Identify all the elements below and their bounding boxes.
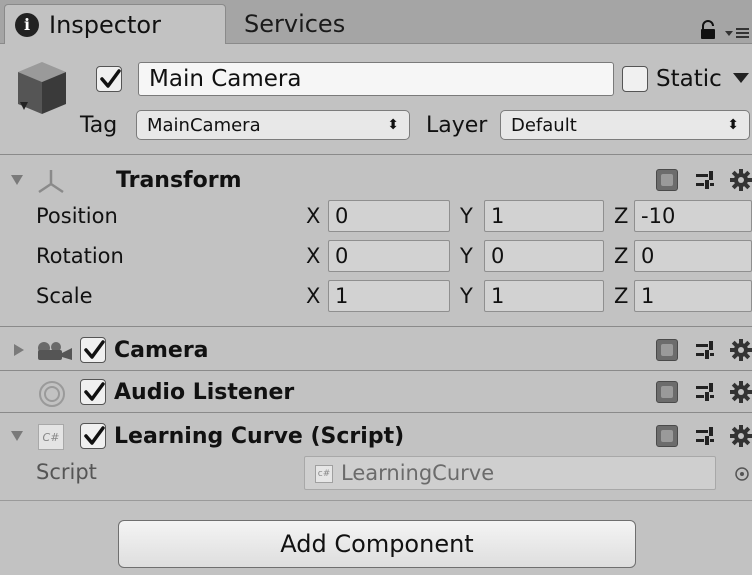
help-icon[interactable] [656, 381, 678, 403]
divider [0, 154, 752, 155]
preset-sliders-icon[interactable] [694, 339, 716, 361]
learning-curve-header[interactable]: C# Learning Curve (Script) [0, 416, 752, 456]
foldout-expanded-icon[interactable] [10, 173, 24, 187]
layer-label: Layer [426, 112, 488, 138]
axis-y-label: Y [460, 244, 473, 268]
static-label: Static [656, 66, 722, 92]
tab-inspector[interactable]: i Inspector [4, 4, 226, 44]
rotation-x-field[interactable]: 0 [328, 240, 450, 272]
position-z-value: -10 [641, 204, 676, 228]
dropdown-arrows-icon: ⬍ [387, 117, 399, 133]
divider [0, 326, 752, 327]
learning-curve-enabled-checkbox[interactable] [80, 423, 106, 449]
camera-enabled-checkbox[interactable] [80, 337, 106, 363]
tab-bar: i Inspector Services [0, 0, 752, 44]
tag-value: MainCamera [147, 114, 261, 136]
script-label: Script [36, 460, 97, 484]
foldout-collapsed-icon[interactable] [12, 343, 26, 357]
audio-listener-title: Audio Listener [114, 379, 295, 405]
script-value: LearningCurve [341, 461, 495, 485]
transform-header[interactable]: Transform [0, 160, 752, 200]
cs-script-icon: C# [38, 424, 64, 450]
add-component-label: Add Component [280, 530, 474, 558]
checkmark-icon [84, 340, 105, 359]
static-checkbox[interactable] [622, 66, 648, 92]
scale-label: Scale [36, 284, 93, 308]
audio-listener-header[interactable]: Audio Listener [0, 372, 752, 412]
help-icon[interactable] [656, 425, 678, 447]
axis-z-label: Z [614, 244, 629, 268]
help-icon[interactable] [656, 169, 678, 191]
preset-sliders-icon[interactable] [694, 381, 716, 403]
rotation-y-field[interactable]: 0 [484, 240, 604, 272]
rotation-label: Rotation [36, 244, 124, 268]
position-x-value: 0 [335, 204, 349, 228]
scale-z-field[interactable]: 1 [634, 280, 752, 312]
rotation-x-value: 0 [335, 244, 349, 268]
transform-axis-icon [38, 170, 64, 194]
axis-y-label: Y [460, 204, 473, 228]
lock-icon[interactable] [698, 20, 718, 40]
audio-listener-enabled-checkbox[interactable] [80, 379, 106, 405]
dropdown-arrows-icon: ⬍ [727, 117, 739, 133]
position-z-field[interactable]: -10 [634, 200, 752, 232]
cs-file-icon: c# [315, 465, 333, 483]
gear-icon[interactable] [730, 425, 752, 447]
tag-label: Tag [80, 112, 118, 138]
foldout-expanded-icon[interactable] [10, 429, 24, 443]
camera-title: Camera [114, 337, 209, 363]
divider [0, 370, 752, 371]
scale-x-field[interactable]: 1 [328, 280, 450, 312]
position-x-field[interactable]: 0 [328, 200, 450, 232]
rotation-y-value: 0 [491, 244, 505, 268]
tab-inspector-label: Inspector [49, 10, 161, 39]
script-object-field: c# LearningCurve [304, 456, 716, 490]
axis-z-label: Z [614, 284, 629, 308]
scale-z-value: 1 [641, 284, 655, 308]
scale-x-value: 1 [335, 284, 349, 308]
position-y-field[interactable]: 1 [484, 200, 604, 232]
object-name-field[interactable]: Main Camera [138, 62, 614, 96]
checkmark-icon [100, 69, 121, 88]
tab-services-label: Services [244, 10, 346, 38]
object-name-value: Main Camera [149, 66, 302, 92]
axis-x-label: X [306, 284, 321, 308]
checkmark-icon [84, 382, 105, 401]
checkmark-icon [84, 426, 105, 445]
rotation-z-field[interactable]: 0 [634, 240, 752, 272]
gear-icon[interactable] [730, 381, 752, 403]
scale-y-field[interactable]: 1 [484, 280, 604, 312]
help-icon[interactable] [656, 339, 678, 361]
axis-x-label: X [306, 244, 321, 268]
object-picker-icon[interactable] [734, 466, 750, 482]
camera-icon [38, 342, 72, 360]
transform-title: Transform [116, 167, 242, 193]
position-y-value: 1 [491, 204, 505, 228]
camera-header[interactable]: Camera [0, 330, 752, 370]
audio-listener-icon [39, 381, 65, 407]
axis-z-label: Z [614, 204, 629, 228]
layer-dropdown[interactable]: Default ⬍ [500, 110, 750, 140]
active-checkbox[interactable] [96, 66, 122, 92]
divider [0, 412, 752, 413]
gear-icon[interactable] [730, 339, 752, 361]
tab-menu-icon[interactable] [724, 26, 750, 40]
add-component-button[interactable]: Add Component [118, 520, 636, 568]
tab-services[interactable]: Services [230, 4, 430, 44]
layer-value: Default [511, 114, 577, 136]
learning-curve-title: Learning Curve (Script) [114, 423, 405, 449]
axis-y-label: Y [460, 284, 473, 308]
divider [0, 500, 752, 501]
rotation-z-value: 0 [641, 244, 655, 268]
position-label: Position [36, 204, 118, 228]
gameobject-cube-icon[interactable] [14, 58, 70, 118]
gear-icon[interactable] [730, 169, 752, 191]
preset-sliders-icon[interactable] [694, 425, 716, 447]
preset-sliders-icon[interactable] [694, 169, 716, 191]
info-icon: i [15, 12, 39, 37]
scale-y-value: 1 [491, 284, 505, 308]
static-dropdown-arrow-icon[interactable] [732, 72, 750, 84]
tag-dropdown[interactable]: MainCamera ⬍ [136, 110, 410, 140]
axis-x-label: X [306, 204, 321, 228]
